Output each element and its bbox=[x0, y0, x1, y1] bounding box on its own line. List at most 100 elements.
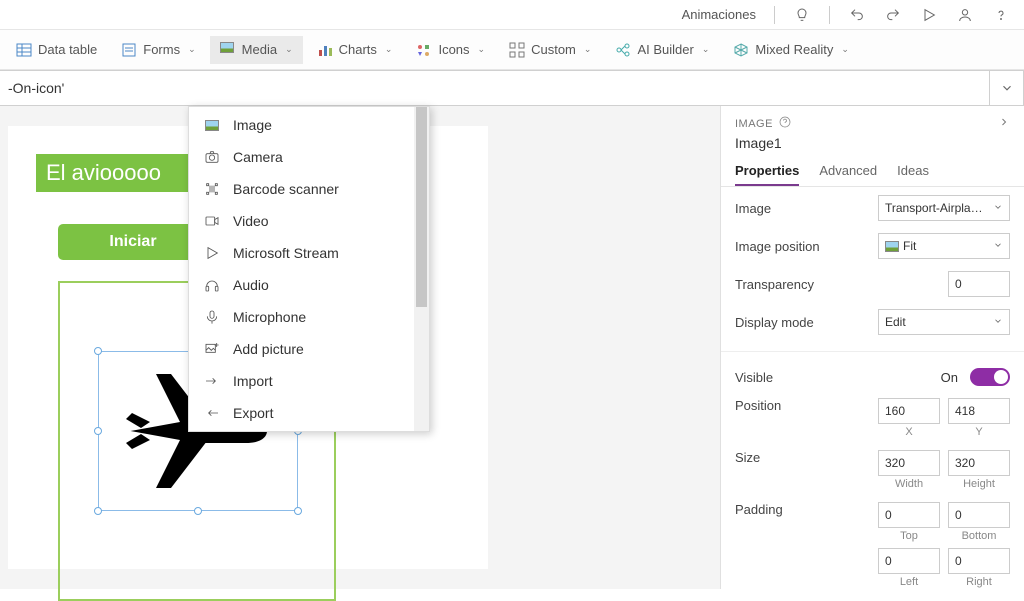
prop-label: Size bbox=[735, 450, 760, 465]
barcode-icon bbox=[203, 181, 221, 197]
prop-visible: Visible On bbox=[735, 368, 1010, 386]
media-menu-export[interactable]: Export bbox=[189, 397, 414, 429]
formula-bar bbox=[0, 70, 1024, 106]
scrollbar-thumb[interactable] bbox=[416, 107, 427, 307]
prop-label: Transparency bbox=[735, 277, 814, 292]
iniciar-button[interactable]: Iniciar bbox=[58, 224, 208, 260]
padding-top-input[interactable] bbox=[878, 502, 940, 528]
visible-toggle[interactable] bbox=[970, 368, 1010, 386]
menu-label: Export bbox=[233, 405, 273, 421]
ribbon-icons[interactable]: Icons ⌄ bbox=[406, 36, 495, 64]
transparency-input[interactable] bbox=[948, 271, 1010, 297]
undo-icon[interactable] bbox=[848, 7, 866, 23]
ribbon-custom[interactable]: Custom ⌄ bbox=[499, 36, 601, 64]
media-menu-audio[interactable]: Audio bbox=[189, 269, 414, 301]
tab-advanced[interactable]: Advanced bbox=[819, 163, 877, 186]
resize-handle[interactable] bbox=[194, 507, 202, 515]
media-menu-video[interactable]: Video bbox=[189, 205, 414, 237]
media-menu-import[interactable]: Import bbox=[189, 365, 414, 397]
resize-handle[interactable] bbox=[94, 427, 102, 435]
ribbon-mixed-reality[interactable]: Mixed Reality ⌄ bbox=[723, 36, 859, 64]
image-icon bbox=[203, 120, 221, 131]
select-value: Edit bbox=[885, 315, 906, 329]
separator bbox=[774, 6, 775, 24]
prop-label: Padding bbox=[735, 502, 783, 517]
chevron-down-icon bbox=[993, 315, 1003, 329]
menu-label: Microphone bbox=[233, 309, 306, 325]
menu-label: Import bbox=[233, 373, 273, 389]
media-menu-stream[interactable]: Microsoft Stream bbox=[189, 237, 414, 269]
panel-header: IMAGE Image1 bbox=[721, 106, 1024, 155]
import-icon bbox=[203, 373, 221, 389]
export-icon bbox=[203, 405, 221, 421]
image-position-select[interactable]: Fit bbox=[878, 233, 1010, 259]
prop-display-mode: Display mode Edit bbox=[735, 309, 1010, 335]
animations-label[interactable]: Animaciones bbox=[682, 7, 756, 22]
pad-label: Bottom bbox=[948, 530, 1010, 542]
checker-icon[interactable] bbox=[793, 7, 811, 23]
ribbon-label: Media bbox=[242, 42, 277, 57]
separator bbox=[829, 6, 830, 24]
chevron-right-icon[interactable] bbox=[998, 116, 1010, 131]
display-mode-select[interactable]: Edit bbox=[878, 309, 1010, 335]
prop-label: Position bbox=[735, 398, 781, 413]
prop-size: Size Width Height bbox=[735, 450, 1010, 490]
resize-handle[interactable] bbox=[94, 507, 102, 515]
padding-bottom-input[interactable] bbox=[948, 502, 1010, 528]
chevron-down-icon bbox=[993, 201, 1003, 215]
padding-left-input[interactable] bbox=[878, 548, 940, 574]
chevron-down-icon: ⌄ bbox=[285, 44, 293, 55]
select-value: Fit bbox=[903, 239, 916, 253]
media-menu-barcode[interactable]: Barcode scanner bbox=[189, 173, 414, 205]
audio-icon bbox=[203, 277, 221, 293]
forms-icon bbox=[121, 42, 137, 58]
media-menu-camera[interactable]: Camera bbox=[189, 141, 414, 173]
image-thumb-icon bbox=[885, 241, 899, 252]
insert-ribbon: Data table Forms ⌄ Media ⌄ Charts ⌄ Icon… bbox=[0, 30, 1024, 70]
formula-input[interactable] bbox=[0, 70, 990, 106]
chevron-down-icon bbox=[993, 239, 1003, 253]
select-value: Transport-Airplane-... bbox=[885, 201, 989, 215]
tab-ideas[interactable]: Ideas bbox=[897, 163, 929, 186]
tab-properties[interactable]: Properties bbox=[735, 163, 799, 186]
image-select[interactable]: Transport-Airplane-... bbox=[878, 195, 1010, 221]
panel-crumb: IMAGE bbox=[735, 118, 773, 130]
custom-icon bbox=[509, 42, 525, 58]
ribbon-charts[interactable]: Charts ⌄ bbox=[307, 36, 403, 64]
properties-list: Image Transport-Airplane-... Image posit… bbox=[721, 187, 1024, 589]
ribbon-label: Mixed Reality bbox=[755, 42, 833, 57]
menu-label: Add picture bbox=[233, 341, 304, 357]
pad-label: Top bbox=[878, 530, 940, 542]
redo-icon[interactable] bbox=[884, 7, 902, 23]
play-icon[interactable] bbox=[920, 7, 938, 23]
ribbon-media[interactable]: Media ⌄ bbox=[210, 36, 303, 64]
help-icon[interactable] bbox=[992, 7, 1010, 23]
canvas-area[interactable]: El aviooooo Iniciar I bbox=[0, 106, 720, 589]
media-menu-add-picture[interactable]: Add picture bbox=[189, 333, 414, 365]
charts-icon bbox=[317, 42, 333, 58]
media-icon bbox=[220, 42, 236, 58]
menu-scrollbar[interactable] bbox=[414, 107, 429, 431]
position-y-input[interactable] bbox=[948, 398, 1010, 424]
padding-right-input[interactable] bbox=[948, 548, 1010, 574]
ribbon-ai-builder[interactable]: AI Builder ⌄ bbox=[605, 36, 719, 64]
ribbon-label: Charts bbox=[339, 42, 377, 57]
menu-label: Video bbox=[233, 213, 269, 229]
resize-handle[interactable] bbox=[94, 347, 102, 355]
ribbon-forms[interactable]: Forms ⌄ bbox=[111, 36, 205, 64]
formula-expand[interactable] bbox=[990, 70, 1024, 106]
size-width-input[interactable] bbox=[878, 450, 940, 476]
mixed-reality-icon bbox=[733, 42, 749, 58]
media-menu-image[interactable]: Image bbox=[189, 109, 414, 141]
size-height-input[interactable] bbox=[948, 450, 1010, 476]
media-menu-microphone[interactable]: Microphone bbox=[189, 301, 414, 333]
ribbon-data-table[interactable]: Data table bbox=[6, 36, 107, 64]
table-icon bbox=[16, 42, 32, 58]
position-x-input[interactable] bbox=[878, 398, 940, 424]
help-icon[interactable] bbox=[779, 116, 791, 131]
user-icon[interactable] bbox=[956, 7, 974, 23]
ribbon-label: Data table bbox=[38, 42, 97, 57]
main-area: El aviooooo Iniciar I bbox=[0, 106, 1024, 589]
prop-position: Position X Y bbox=[735, 398, 1010, 438]
resize-handle[interactable] bbox=[294, 507, 302, 515]
